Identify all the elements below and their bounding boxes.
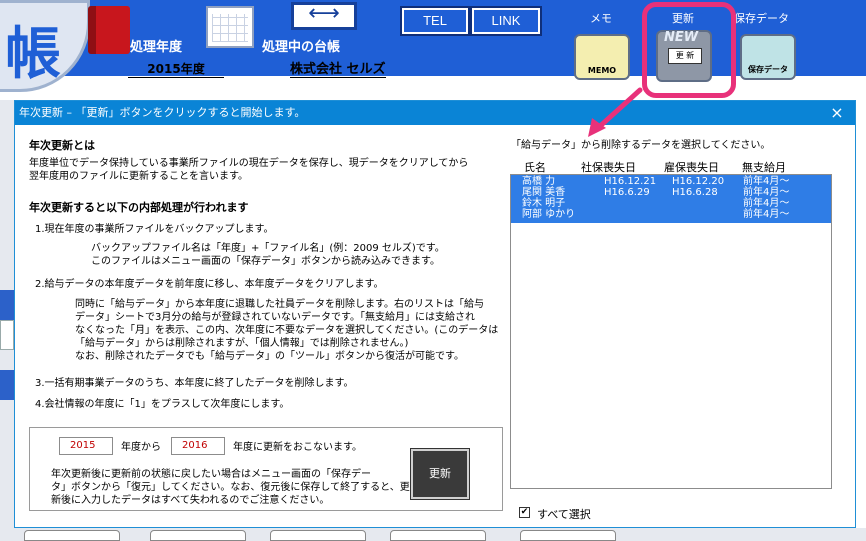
callout-arrow-icon (588, 87, 643, 137)
